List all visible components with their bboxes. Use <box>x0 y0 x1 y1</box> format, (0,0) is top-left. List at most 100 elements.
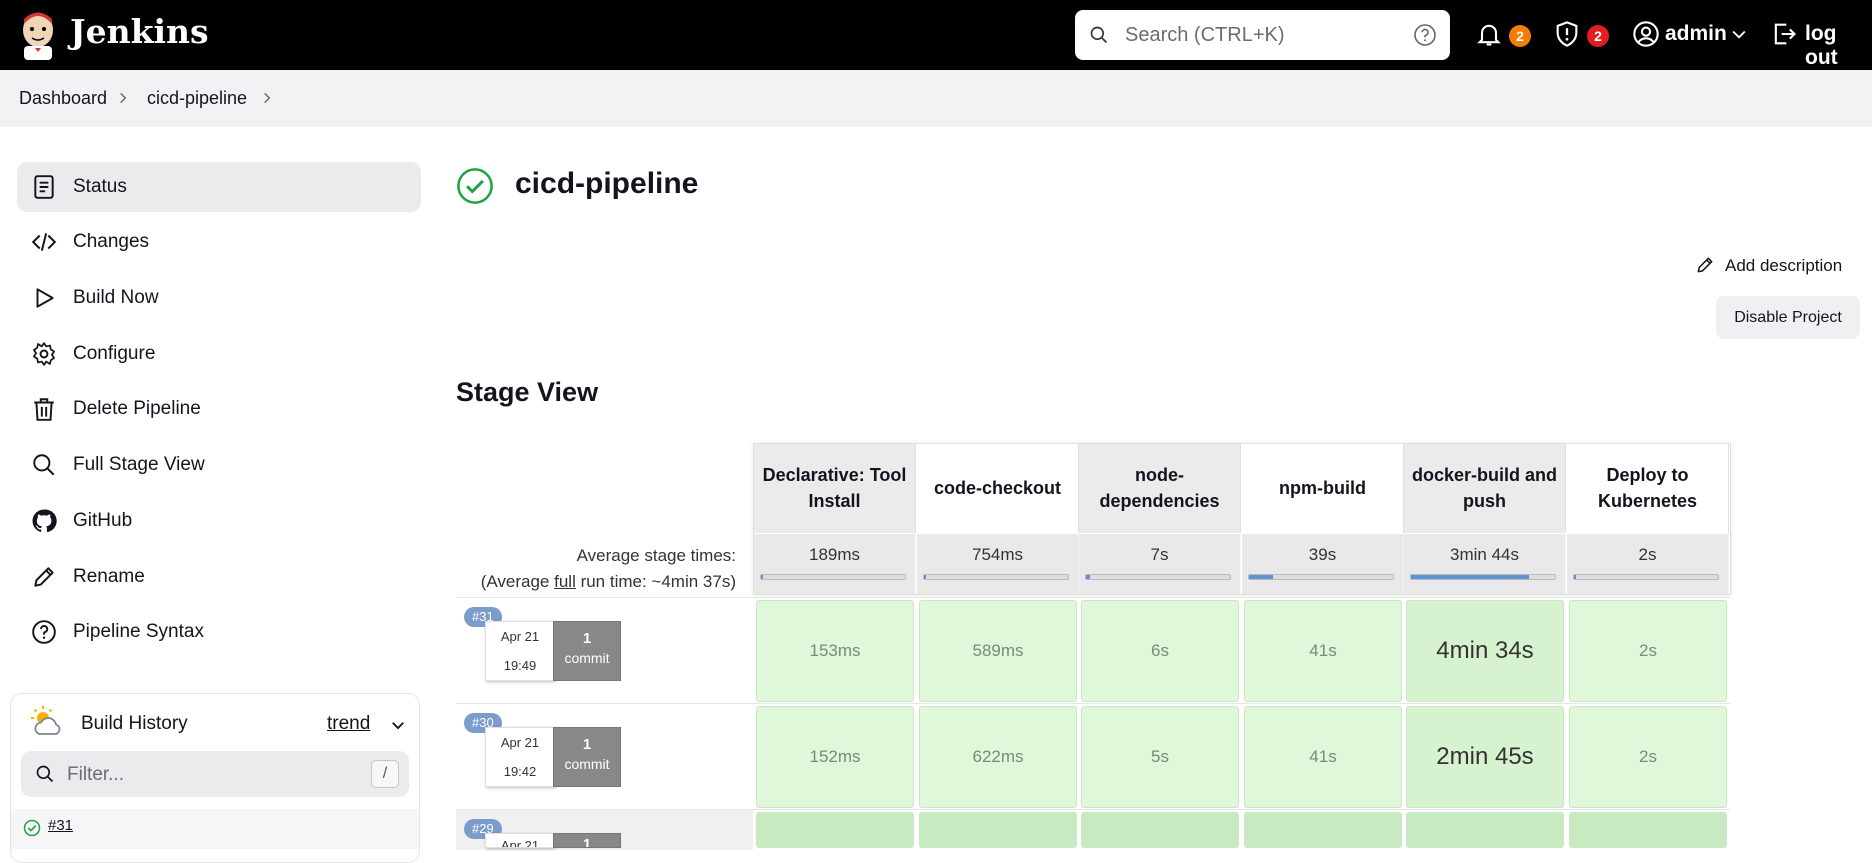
notifications-badge: 2 <box>1509 25 1531 47</box>
stage-header-deploy: Deploy to Kubernetes <box>1567 444 1729 533</box>
help-icon[interactable] <box>1413 23 1437 47</box>
disable-project-button[interactable]: Disable Project <box>1716 296 1860 339</box>
logout-icon[interactable] <box>1770 20 1798 48</box>
build-history-panel: Build History trend / #31 <box>10 693 420 863</box>
search-icon <box>33 454 55 476</box>
sidebar-item-status[interactable]: Status <box>17 162 421 212</box>
chevron-right-icon[interactable] <box>260 91 274 105</box>
pencil-icon[interactable] <box>1695 255 1715 275</box>
chevron-right-icon <box>120 92 127 104</box>
shield-icon[interactable] <box>1553 20 1581 48</box>
row-divider <box>456 703 1730 704</box>
stage-avg-cell: 189ms <box>754 534 916 594</box>
stage-avg-bar <box>1411 575 1530 579</box>
breadcrumb-cicd-pipeline[interactable]: cicd-pipeline <box>147 88 247 109</box>
success-check-icon <box>457 168 493 204</box>
stage-cell[interactable] <box>756 812 914 848</box>
commit-count[interactable]: 1 <box>553 833 621 848</box>
breadcrumb: Dashboard cicd-pipeline <box>0 70 1872 127</box>
filter-shortcut-key: / <box>371 760 399 788</box>
sidebar-item-label: Delete Pipeline <box>73 398 201 419</box>
sidebar-item-configure[interactable]: Configure <box>17 329 421 379</box>
stage-cell[interactable]: 622ms <box>919 706 1077 808</box>
build-date: Apr 21 19:49 <box>485 621 555 681</box>
sidebar-item-label: Configure <box>73 343 156 364</box>
sidebar-item-label: GitHub <box>73 510 133 531</box>
security-badge: 2 <box>1587 25 1609 47</box>
stage-cell[interactable]: 589ms <box>919 600 1077 702</box>
stage-avg-cell: 754ms <box>917 534 1079 594</box>
stage-avg-bar <box>1574 575 1577 579</box>
help-icon <box>32 620 56 644</box>
sidebar-item-changes[interactable]: Changes <box>17 217 421 267</box>
stage-cell[interactable]: 41s <box>1244 600 1402 702</box>
logout-link[interactable]: log out <box>1805 22 1872 70</box>
top-bar: Jenkins 2 2 admin log out <box>0 0 1872 70</box>
chevron-down-icon[interactable] <box>389 716 407 734</box>
pencil-icon <box>34 567 54 587</box>
sidebar-item-delete-pipeline[interactable]: Delete Pipeline <box>17 384 421 434</box>
stage-cell[interactable]: 2s <box>1569 706 1727 808</box>
build-filter[interactable]: / <box>21 751 409 797</box>
success-check-icon <box>23 819 41 837</box>
page-title: cicd-pipeline <box>515 167 699 200</box>
breadcrumb-dashboard[interactable]: Dashboard <box>19 88 107 109</box>
build-date: Apr 21 <box>485 833 555 848</box>
search-icon <box>1090 26 1108 44</box>
gear-icon <box>33 342 55 366</box>
full-run-link[interactable]: full <box>554 572 576 591</box>
sidebar-item-full-stage-view[interactable]: Full Stage View <box>17 440 421 490</box>
stage-avg-bar <box>1249 575 1274 579</box>
stage-cell[interactable] <box>1081 812 1239 848</box>
brand-name[interactable]: Jenkins <box>70 12 209 51</box>
search-box[interactable] <box>1075 10 1450 60</box>
sidebar-item-label: Changes <box>73 231 150 252</box>
commit-count[interactable]: 1 commit <box>553 727 621 787</box>
row-divider <box>456 597 1730 598</box>
chevron-down-icon[interactable] <box>1729 24 1749 44</box>
sidebar-item-label: Pipeline Syntax <box>73 621 204 642</box>
search-input[interactable] <box>1125 20 1395 50</box>
stage-cell[interactable]: 4min 34s <box>1406 600 1564 702</box>
build-date: Apr 21 19:42 <box>485 727 555 787</box>
bell-icon[interactable] <box>1475 20 1503 48</box>
user-menu[interactable]: admin <box>1665 22 1727 46</box>
stage-avg-cell: 2s <box>1567 534 1729 594</box>
stage-cell[interactable] <box>1244 812 1402 848</box>
jenkins-logo-icon[interactable] <box>18 10 58 60</box>
add-description-link[interactable]: Add description <box>1725 256 1842 276</box>
trend-link[interactable]: trend <box>327 713 370 735</box>
play-icon <box>36 288 54 308</box>
stage-cell[interactable]: 153ms <box>756 600 914 702</box>
trash-icon <box>34 398 54 421</box>
stage-cell[interactable] <box>1569 812 1727 848</box>
build-link[interactable]: #31 <box>48 817 73 834</box>
stage-cell[interactable]: 2s <box>1569 600 1727 702</box>
sidebar-item-github[interactable]: GitHub <box>17 496 421 546</box>
stage-cell[interactable]: 2min 45s <box>1406 706 1564 808</box>
code-icon <box>31 233 57 251</box>
build-filter-input[interactable] <box>67 761 347 789</box>
average-stage-times-label: Average stage times: <box>576 546 736 565</box>
stage-cell[interactable]: 152ms <box>756 706 914 808</box>
stage-header-node-dependencies: node-dependencies <box>1079 444 1241 533</box>
stage-cell[interactable] <box>919 812 1077 848</box>
stage-header-tool-install: Declarative: Tool Install <box>754 444 916 533</box>
sidebar-item-build-now[interactable]: Build Now <box>17 273 421 323</box>
github-icon <box>32 509 57 533</box>
stage-view-title: Stage View <box>456 377 599 407</box>
stage-avg-cell: 3min 44s <box>1404 534 1566 594</box>
stage-avg-cell: 39s <box>1242 534 1404 594</box>
stage-cell[interactable] <box>1406 812 1564 848</box>
stage-avg-cell: 7s <box>1079 534 1241 594</box>
user-icon[interactable] <box>1632 20 1660 48</box>
sidebar-item-pipeline-syntax[interactable]: Pipeline Syntax <box>17 607 421 657</box>
stage-cell[interactable]: 5s <box>1081 706 1239 808</box>
stage-cell[interactable]: 41s <box>1244 706 1402 808</box>
commit-count[interactable]: 1 commit <box>553 621 621 681</box>
sidebar-item-rename[interactable]: Rename <box>17 552 421 602</box>
stage-cell[interactable]: 6s <box>1081 600 1239 702</box>
sidebar-item-label: Rename <box>73 566 145 587</box>
stage-avg-bar <box>1086 575 1091 579</box>
build-history-row[interactable]: #31 <box>11 809 419 849</box>
